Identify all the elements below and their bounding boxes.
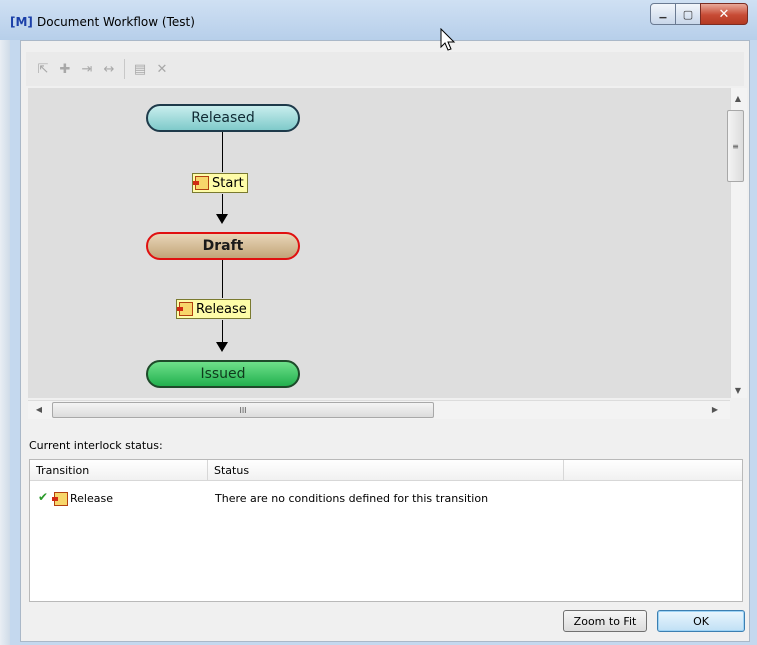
maximize-button[interactable]: ▢	[675, 3, 701, 25]
pointer-icon[interactable]: ⇱	[32, 58, 54, 80]
column-header-empty	[564, 460, 742, 480]
close-icon: ✕	[718, 6, 730, 22]
transition-icon	[193, 176, 209, 190]
check-icon: ✔	[38, 490, 49, 504]
transition-release[interactable]: Release	[176, 299, 251, 319]
transition-icon	[177, 302, 193, 316]
ok-button[interactable]: OK	[657, 610, 745, 632]
state-draft[interactable]: Draft	[146, 232, 300, 260]
minimize-icon: ▁	[659, 9, 667, 19]
column-header-transition[interactable]: Transition	[30, 460, 208, 480]
transition-label: Start	[212, 175, 244, 191]
vertical-scroll-thumb[interactable]: ≡	[727, 110, 744, 182]
workflow-diagram[interactable]	[28, 88, 730, 398]
horizontal-scroll-thumb[interactable]: III	[52, 402, 434, 418]
properties-icon[interactable]: ▤	[129, 58, 151, 80]
scroll-down-icon[interactable]: ▼	[730, 384, 746, 396]
row-status: There are no conditions defined for this…	[215, 492, 489, 505]
transition-start[interactable]: Start	[192, 173, 248, 193]
row-transition: Release	[70, 492, 113, 505]
interlock-status-label: Current interlock status:	[29, 439, 163, 452]
app-logo: [M]	[10, 15, 33, 29]
add-state-icon[interactable]: ✚	[54, 58, 76, 80]
scroll-left-icon[interactable]: ◀	[32, 402, 46, 416]
state-issued[interactable]: Issued	[146, 360, 300, 388]
delete-icon[interactable]: ✕	[151, 58, 173, 80]
toolbar: ⇱ ✚ ⇥ ↔ ▤ ✕	[26, 52, 744, 86]
toolbar-separator	[124, 59, 125, 79]
arrow-head	[216, 214, 228, 224]
zoom-to-fit-button[interactable]: Zoom to Fit	[563, 610, 647, 632]
minimize-button[interactable]: ▁	[650, 3, 676, 25]
maximize-icon: ▢	[682, 7, 694, 21]
connector-line	[222, 132, 223, 172]
close-button[interactable]: ✕	[700, 3, 748, 25]
column-header-status[interactable]: Status	[208, 460, 564, 480]
connector-line	[222, 320, 223, 342]
arrow-head	[216, 342, 228, 352]
window-title: Document Workflow (Test)	[37, 15, 195, 29]
background-strip	[0, 0, 10, 645]
scroll-up-icon[interactable]: ▲	[730, 92, 746, 104]
mouse-cursor-icon	[440, 28, 456, 51]
state-released[interactable]: Released	[146, 104, 300, 132]
transition-label: Release	[196, 301, 247, 317]
connector-line	[222, 260, 223, 298]
connector-line	[222, 194, 223, 214]
transition-icon	[52, 492, 68, 506]
link-icon[interactable]: ↔	[98, 58, 120, 80]
scroll-right-icon[interactable]: ▶	[708, 402, 722, 416]
add-transition-icon[interactable]: ⇥	[76, 58, 98, 80]
